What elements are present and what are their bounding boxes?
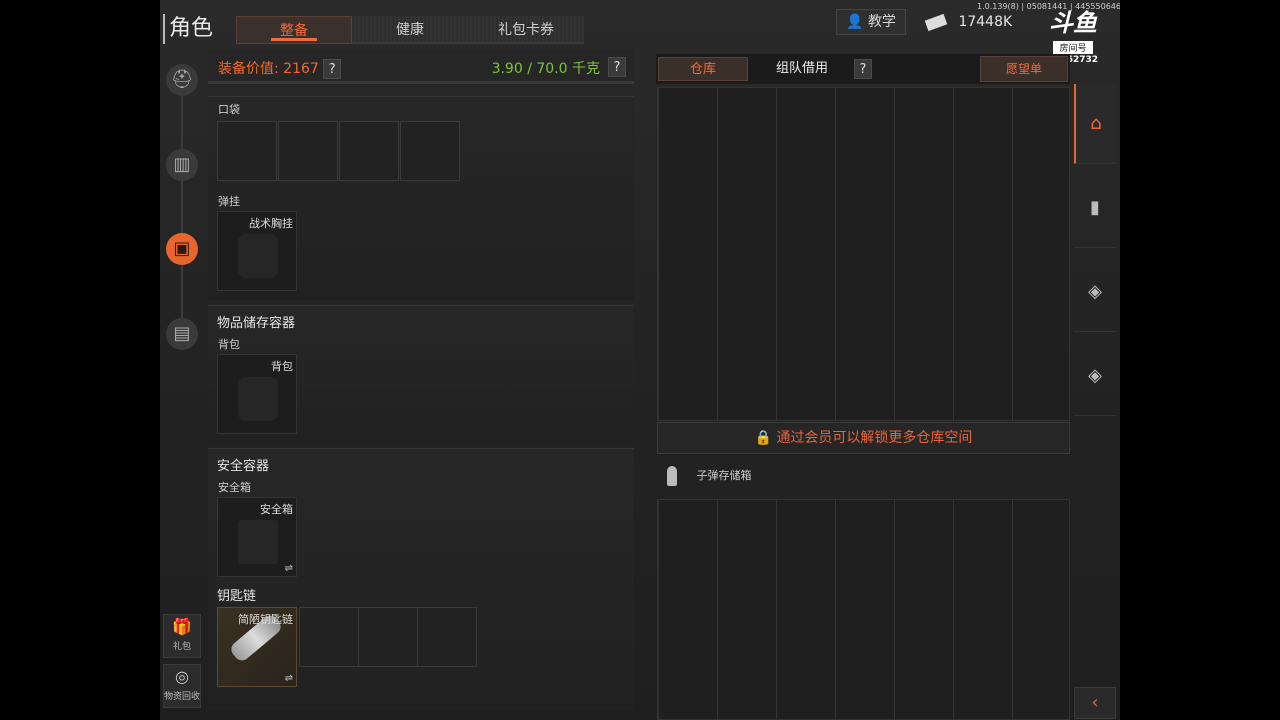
backpack-label: 背包: [218, 338, 240, 351]
keychain-slot-caption: 简陋钥匙链: [238, 613, 293, 626]
safebox-label: 安全箱: [218, 481, 251, 494]
box-filter-icon[interactable]: ◈: [1074, 252, 1116, 332]
swap-icon[interactable]: ⇌: [285, 673, 293, 684]
currency-amount: 17448K: [958, 14, 1013, 30]
safebox-slot[interactable]: 安全箱 ⇌: [217, 497, 297, 577]
tab-gift-coupons[interactable]: 礼包卡券: [468, 16, 584, 44]
safebox-slot-caption: 安全箱: [260, 503, 293, 516]
ammo-filter-icon[interactable]: ▮: [1074, 168, 1116, 248]
ammo-box-label: 子弹存储箱: [696, 469, 752, 482]
backpack-slot[interactable]: 背包: [217, 354, 297, 434]
logo-text: 斗鱼: [1049, 9, 1097, 37]
pocket-section: 口袋 弹挂 战术胸挂: [208, 96, 634, 300]
armor-icon[interactable]: ▥: [166, 149, 198, 181]
page-title: 角色: [163, 14, 213, 44]
safebox-placeholder-icon: [238, 520, 278, 564]
key-slot-3[interactable]: [417, 607, 477, 667]
secure-title: 安全容器: [217, 459, 270, 474]
backpack-icon[interactable]: ▣: [166, 233, 198, 265]
gift-icon: 🎁: [172, 617, 192, 636]
helmet-icon[interactable]: ⛑: [166, 64, 198, 96]
pocket-slot-4[interactable]: [400, 121, 460, 181]
box-filter-icon-2[interactable]: ◈: [1074, 336, 1116, 416]
recycle-button[interactable]: ◎ 物资回收: [163, 664, 201, 708]
collapse-button[interactable]: ‹: [1074, 687, 1116, 719]
tab-health[interactable]: 健康: [352, 16, 468, 44]
recycle-icon: ◎: [175, 667, 189, 686]
tab-warehouse[interactable]: 仓库: [658, 57, 748, 81]
backpack-slot-caption: 背包: [271, 360, 293, 373]
equipment-value-text: 装备价值: 2167: [218, 61, 319, 77]
ammo-box-grid[interactable]: [657, 499, 1070, 720]
wishlist-button[interactable]: 愿望单: [980, 56, 1068, 82]
key-slot-1[interactable]: [299, 607, 359, 667]
warehouse-grid[interactable]: [657, 87, 1070, 421]
backpack-placeholder-icon: [238, 377, 278, 421]
keychain-slot[interactable]: 简陋钥匙链 ⇌: [217, 607, 297, 687]
rig-slot[interactable]: 战术胸挂: [217, 211, 297, 291]
game-window: 角色 整备 健康 礼包卡券 👤 教学 17448K 1.0.139(8) | 0…: [160, 0, 1120, 720]
gift-label: 礼包: [172, 642, 191, 652]
tab-equip[interactable]: 整备: [236, 16, 352, 44]
pocket-label: 口袋: [218, 103, 240, 116]
equipment-value-bar: 装备价值: 2167 ? 3.90 / 70.0 千克 ?: [208, 50, 634, 84]
key-slot-2[interactable]: [358, 607, 418, 667]
keychain-label: 钥匙链: [217, 589, 257, 604]
warehouse-filter-rail: ⌂ ▮ ◈ ◈: [1074, 84, 1118, 424]
case-icon[interactable]: ▤: [166, 318, 198, 350]
storage-section: 物品储存容器 背包 背包: [208, 305, 634, 443]
tab-team-borrow[interactable]: 组队借用: [754, 57, 850, 81]
pocket-slot-2[interactable]: [278, 121, 338, 181]
vest-icon: [238, 234, 278, 278]
rig-slot-caption: 战术胸挂: [249, 217, 293, 230]
pocket-slot-3[interactable]: [339, 121, 399, 181]
weight-help-button[interactable]: ?: [608, 57, 626, 77]
value-help-button[interactable]: ?: [323, 59, 342, 79]
lock-icon: 🔒: [754, 430, 772, 446]
room-label: 房间号: [1053, 41, 1093, 54]
unlock-banner[interactable]: 🔒 通过会员可以解锁更多仓库空间: [657, 422, 1070, 454]
currency-display: 17448K: [924, 9, 1026, 35]
swap-icon[interactable]: ⇌: [285, 563, 293, 574]
rig-label: 弹挂: [218, 195, 240, 208]
cash-icon: [924, 13, 948, 31]
tutorial-button[interactable]: 👤 教学: [836, 9, 906, 35]
warehouse-help-button[interactable]: ?: [854, 59, 872, 79]
secure-section: 安全容器 安全箱 安全箱 ⇌ 钥匙链 简陋钥匙链 ⇌: [208, 448, 634, 710]
storage-title: 物品储存容器: [217, 316, 296, 331]
ammo-box-row[interactable]: 子弹存储箱: [667, 462, 752, 490]
person-icon: 👤: [846, 14, 864, 30]
equipment-value: 装备价值: 2167 ?: [218, 58, 342, 79]
home-icon[interactable]: ⌂: [1074, 84, 1116, 164]
nav-line: [181, 95, 183, 335]
tutorial-label: 教学: [867, 14, 896, 30]
bullet-icon: [667, 466, 677, 486]
recycle-label: 物资回收: [164, 692, 201, 702]
unlock-text: 通过会员可以解锁更多仓库空间: [776, 430, 973, 446]
weight-display: 3.90 / 70.0 千克: [491, 61, 600, 77]
gift-button[interactable]: 🎁 礼包: [163, 614, 201, 658]
pocket-slot-1[interactable]: [217, 121, 277, 181]
